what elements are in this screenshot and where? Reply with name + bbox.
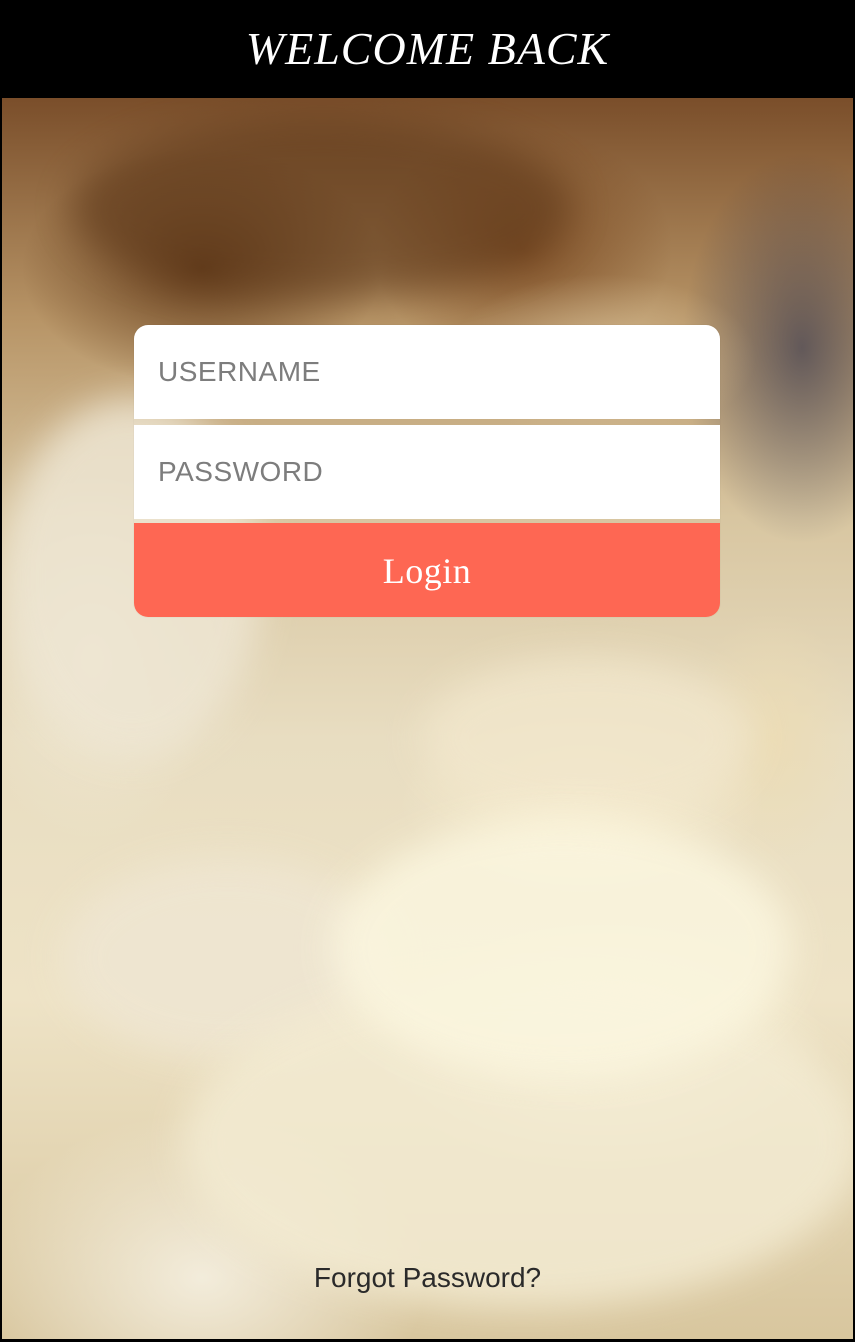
- password-field[interactable]: PASSWORD: [134, 425, 720, 519]
- password-placeholder: PASSWORD: [158, 456, 324, 487]
- page-title: WELCOME BACK: [245, 22, 610, 74]
- forgot-password-link[interactable]: Forgot Password?: [0, 1262, 855, 1294]
- background-image: [2, 98, 853, 1339]
- background-blur-shape: [422, 658, 752, 818]
- background-blur-shape: [332, 818, 792, 1078]
- login-button[interactable]: Login: [134, 523, 720, 617]
- username-field[interactable]: USERNAME: [134, 325, 720, 419]
- header-bar: WELCOME BACK: [2, 0, 853, 99]
- login-screen: WELCOME BACK USERNAME PASSWORD Login For…: [0, 0, 855, 1342]
- login-form: USERNAME PASSWORD Login: [134, 325, 720, 617]
- login-button-label: Login: [382, 551, 472, 591]
- background-blur-shape: [72, 118, 572, 298]
- username-placeholder: USERNAME: [158, 356, 321, 387]
